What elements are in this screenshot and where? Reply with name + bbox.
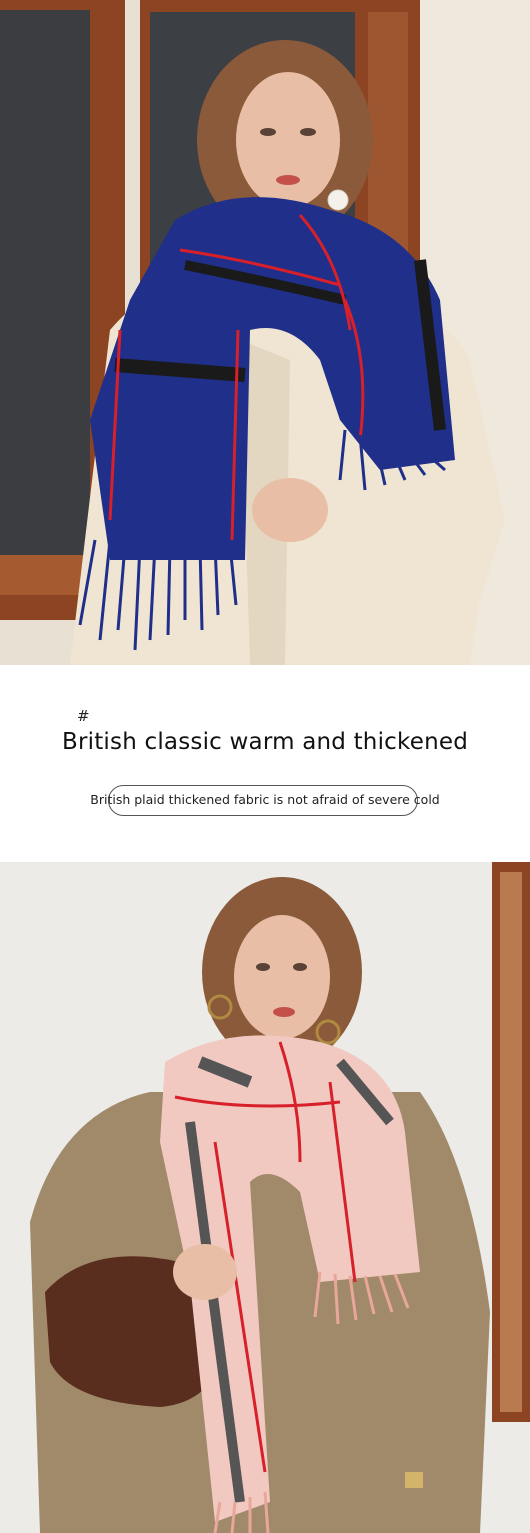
photo-navy-scarf-illustration — [0, 0, 530, 665]
section-headline: British classic warm and thickened — [61, 729, 468, 755]
photo-pink-scarf-illustration — [0, 862, 530, 1533]
section-subline: British plaid thickened fabric is not af… — [90, 792, 440, 807]
hash-symbol: # — [77, 707, 90, 725]
product-photo-pink-scarf — [0, 862, 530, 1533]
product-photo-navy-scarf — [0, 0, 530, 665]
feature-caption-section: # British classic warm and thickened Bri… — [0, 665, 530, 862]
